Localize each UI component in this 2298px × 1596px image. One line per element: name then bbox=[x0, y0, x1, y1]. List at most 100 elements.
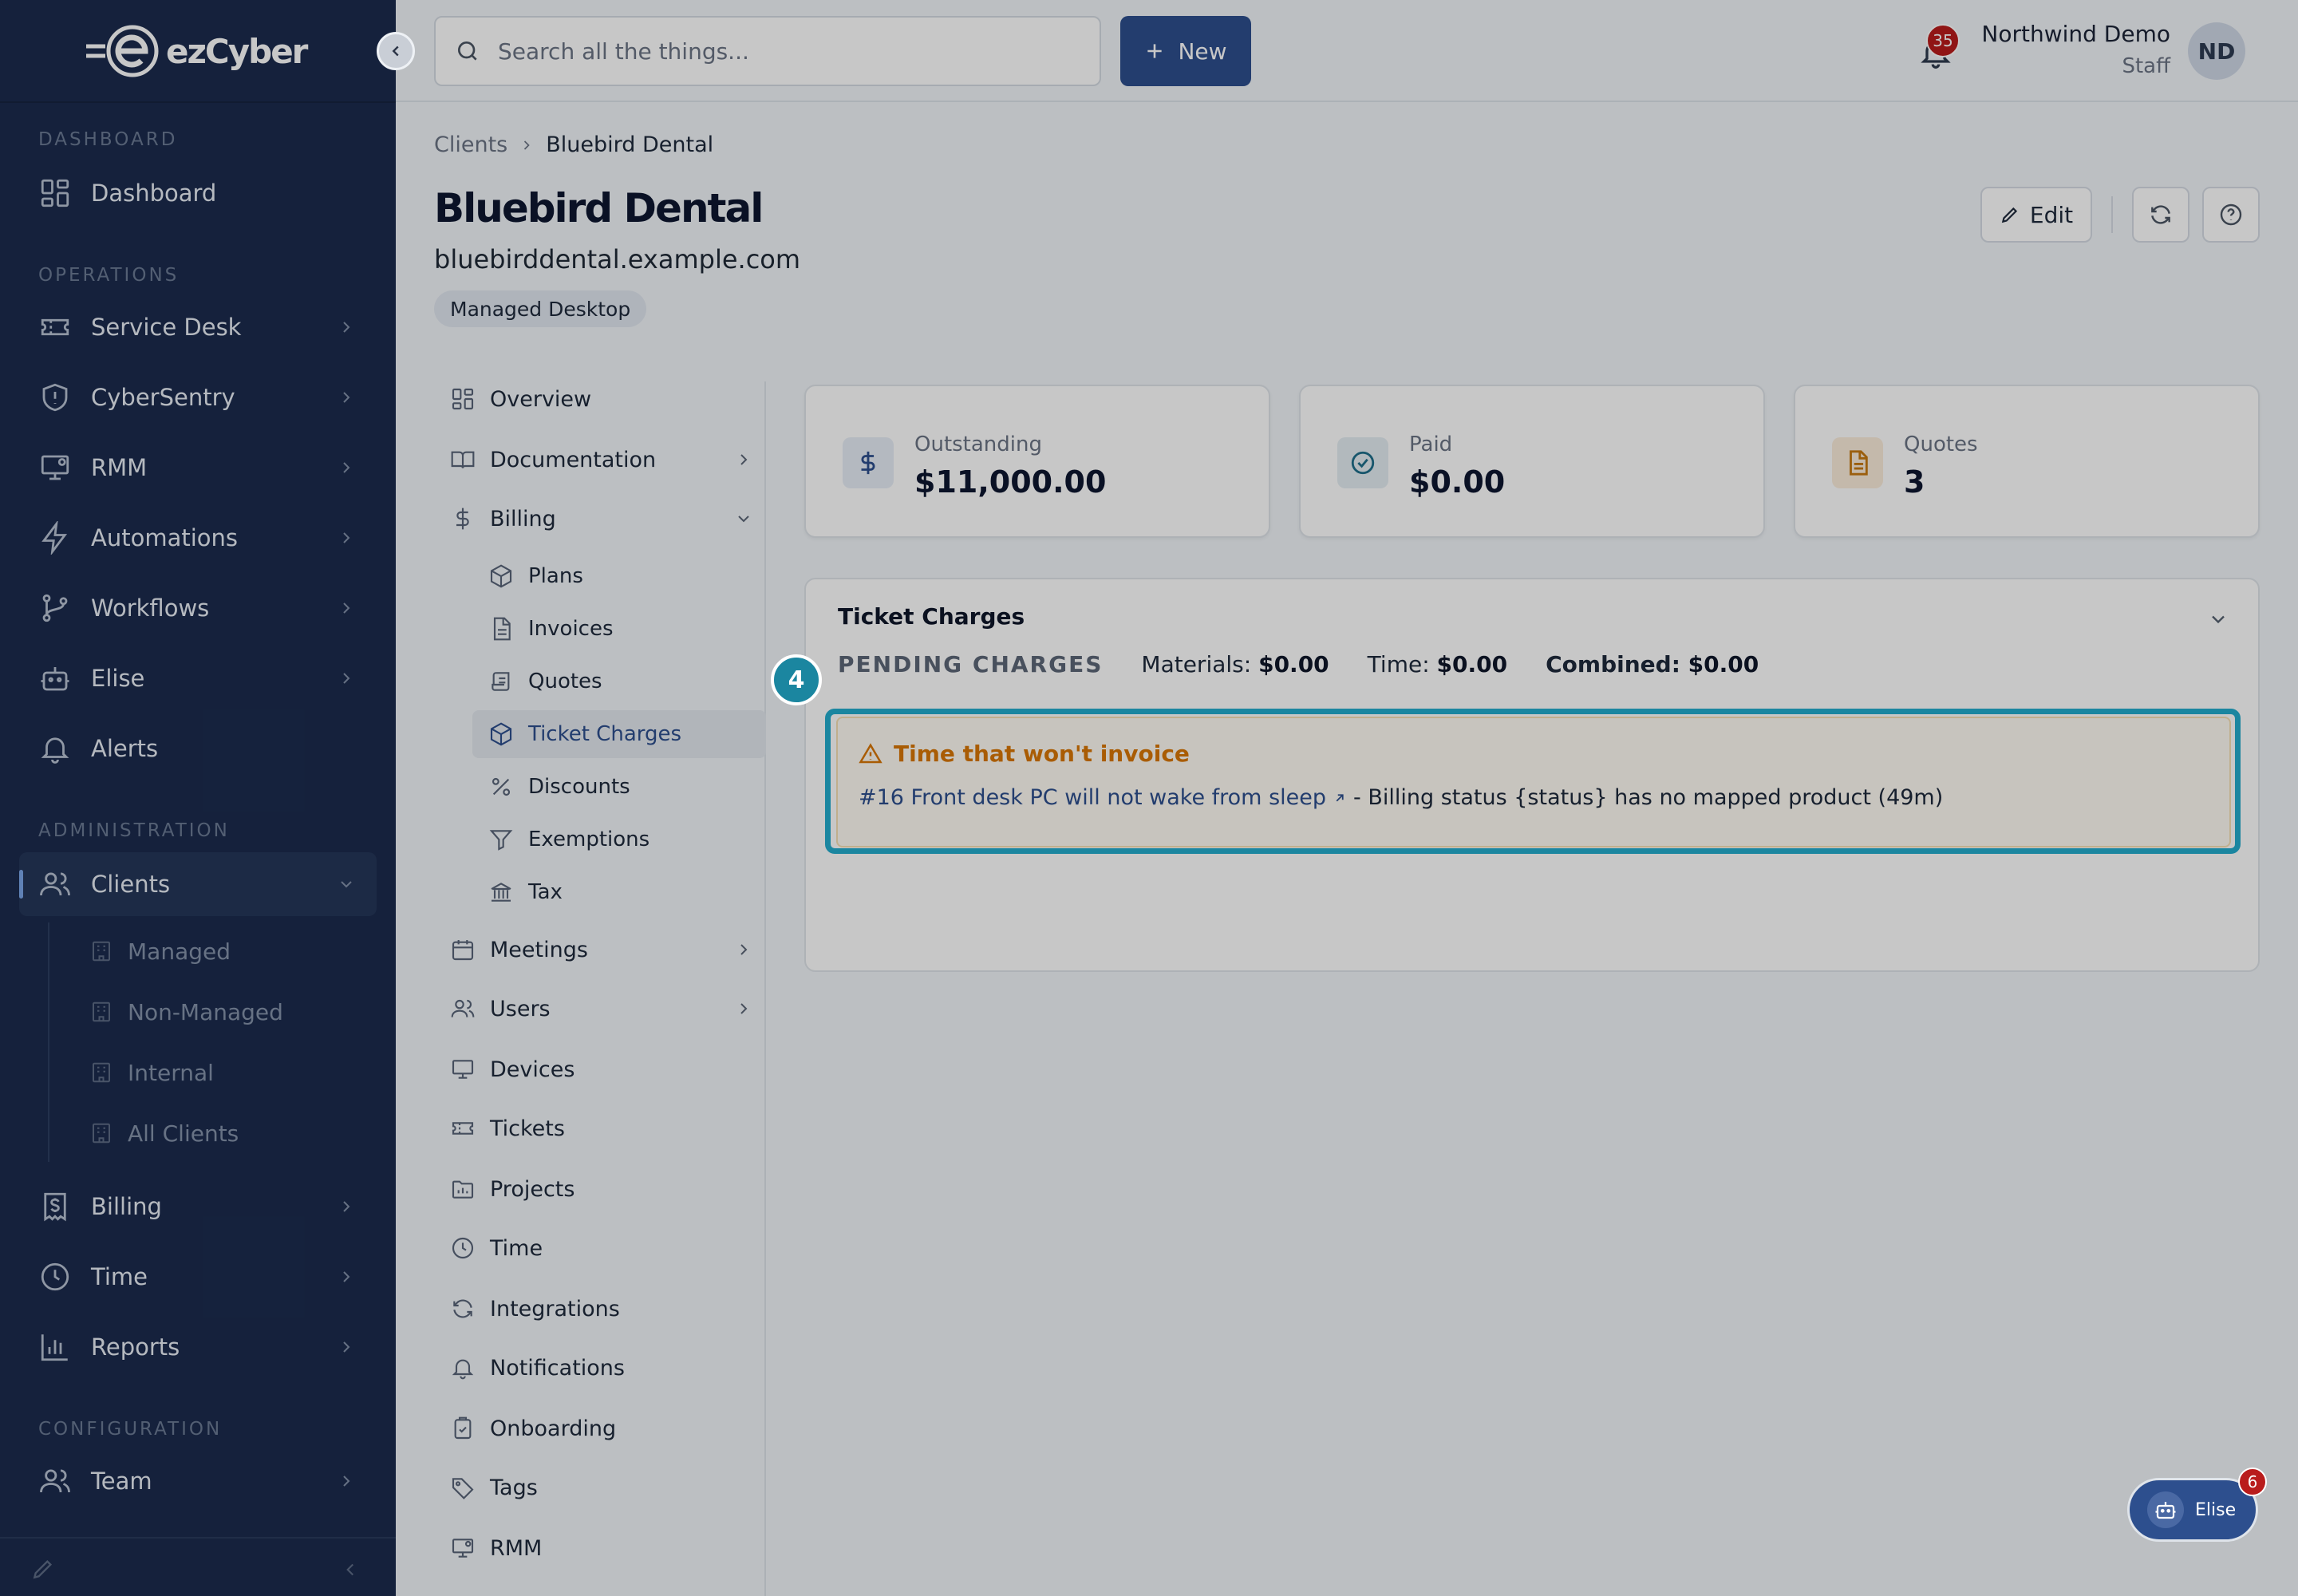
chevron-right-icon bbox=[343, 1476, 350, 1487]
user-name[interactable]: Northwind Demo bbox=[1981, 21, 2170, 47]
subnav-label: Meetings bbox=[490, 937, 588, 962]
subnav-tickets[interactable]: Tickets bbox=[434, 1104, 768, 1152]
subnav-users[interactable]: Users bbox=[434, 985, 768, 1033]
sidebar-subitem-managed[interactable]: Managed bbox=[89, 927, 231, 975]
search-icon bbox=[458, 41, 477, 61]
subnav-rmm[interactable]: RMM bbox=[434, 1524, 768, 1572]
help-button[interactable] bbox=[2202, 187, 2260, 243]
subnav-devices[interactable]: Devices bbox=[434, 1045, 768, 1093]
collapse-sidebar-icon[interactable] bbox=[340, 1559, 361, 1580]
sidebar-item-label: RMM bbox=[91, 454, 148, 481]
dollar-icon bbox=[456, 508, 469, 530]
sidebar-item-alerts[interactable]: Alerts bbox=[19, 717, 377, 780]
elise-label: Elise bbox=[2195, 1499, 2237, 1520]
subnav-tags[interactable]: Tags bbox=[434, 1464, 768, 1511]
stat-card-quotes: Quotes 3 bbox=[1794, 385, 2260, 538]
sidebar-item-cybersentry[interactable]: CyberSentry bbox=[19, 365, 377, 429]
subnav-notifications[interactable]: Notifications bbox=[434, 1344, 768, 1392]
subnav-invoices[interactable]: Invoices bbox=[472, 605, 766, 653]
subnav-onboarding[interactable]: Onboarding bbox=[434, 1404, 768, 1452]
subnav-projects[interactable]: Projects bbox=[434, 1165, 768, 1213]
chevron-right-icon bbox=[343, 602, 350, 614]
sidebar-item-label: Dashboard bbox=[91, 180, 217, 207]
elise-assistant-button[interactable]: Elise 6 bbox=[2127, 1468, 2267, 1542]
monitor-icon bbox=[452, 1060, 474, 1079]
stat-label: Paid bbox=[1409, 433, 1453, 456]
subnav-ticket-charges[interactable]: Ticket Charges bbox=[472, 710, 766, 758]
sidebar-item-label: Service Desk bbox=[91, 314, 242, 341]
pencil-icon bbox=[2001, 207, 2017, 223]
stat-card-paid: Paid $0.00 bbox=[1299, 385, 1765, 538]
subnav-label: Ticket Charges bbox=[528, 722, 682, 746]
pencil-icon[interactable] bbox=[30, 1556, 56, 1582]
subnav-integrations[interactable]: Integrations bbox=[434, 1285, 768, 1333]
section-label-operations: OPERATIONS bbox=[38, 265, 180, 286]
percent-icon bbox=[492, 777, 511, 796]
notifications-button[interactable]: 35 bbox=[1918, 24, 1960, 70]
stat-value: 3 bbox=[1904, 464, 1925, 500]
sidebar-item-label: Alerts bbox=[91, 735, 159, 762]
monitor-gear-icon bbox=[452, 1539, 474, 1558]
building-icon bbox=[93, 1123, 110, 1144]
chevron-right-icon bbox=[343, 322, 350, 333]
sidebar-subitem-all-clients[interactable]: All Clients bbox=[89, 1109, 239, 1157]
subnav-billing[interactable]: Billing bbox=[434, 495, 768, 543]
subnav-label: RMM bbox=[490, 1535, 543, 1561]
check-circle-icon bbox=[1337, 437, 1388, 488]
building-icon bbox=[93, 1001, 110, 1022]
refresh-icon bbox=[2151, 205, 2170, 224]
sidebar-item-dashboard[interactable]: Dashboard bbox=[19, 161, 377, 225]
section-label-dashboard: DASHBOARD bbox=[38, 129, 178, 150]
sidebar-item-automations[interactable]: Automations bbox=[19, 506, 377, 570]
subnav-label: Exemptions bbox=[528, 828, 650, 851]
time-total: Time: $0.00 bbox=[1368, 651, 1507, 678]
users-icon bbox=[451, 999, 475, 1017]
subnav-tax[interactable]: Tax bbox=[472, 868, 766, 916]
edit-button[interactable]: Edit bbox=[1980, 187, 2092, 243]
sidebar-subitem-label: Non-Managed bbox=[128, 998, 283, 1025]
sidebar-item-elise[interactable]: Elise bbox=[19, 646, 377, 710]
search-input[interactable] bbox=[498, 38, 1072, 65]
sidebar-item-service-desk[interactable]: Service Desk bbox=[19, 295, 377, 359]
refresh-button[interactable] bbox=[2132, 187, 2189, 243]
sync-icon bbox=[453, 1299, 472, 1318]
sidebar-subitem-label: Managed bbox=[128, 938, 231, 965]
subnav-discounts[interactable]: Discounts bbox=[472, 763, 766, 811]
sidebar-collapse-button[interactable] bbox=[377, 32, 415, 70]
subnav-time[interactable]: Time bbox=[434, 1224, 768, 1272]
brand-logo[interactable]: ezCyber bbox=[85, 19, 308, 83]
subnav-overview[interactable]: Overview bbox=[434, 375, 768, 423]
subnav-label: Projects bbox=[490, 1176, 575, 1202]
subnav-quotes[interactable]: Quotes bbox=[472, 658, 766, 705]
sidebar-item-time[interactable]: Time bbox=[19, 1245, 377, 1309]
bell-icon bbox=[452, 1359, 474, 1380]
sidebar-item-clients[interactable]: Clients bbox=[19, 852, 377, 916]
section-label-administration: ADMINISTRATION bbox=[38, 820, 230, 841]
subnav-label: Devices bbox=[490, 1057, 575, 1082]
chevron-down-icon[interactable] bbox=[2207, 608, 2229, 630]
new-button[interactable]: New bbox=[1120, 16, 1251, 86]
sidebar-item-team[interactable]: Team bbox=[19, 1449, 377, 1513]
lightning-icon bbox=[41, 521, 68, 555]
sidebar-item-reports[interactable]: Reports bbox=[19, 1315, 377, 1379]
sidebar-item-workflows[interactable]: Workflows bbox=[19, 576, 377, 640]
user-role: Staff bbox=[2122, 54, 2170, 78]
subnav-plans[interactable]: Plans bbox=[472, 552, 766, 600]
stat-value: $0.00 bbox=[1409, 464, 1506, 500]
subnav-label: Tickets bbox=[490, 1116, 565, 1141]
combined-total: Combined: $0.00 bbox=[1546, 651, 1759, 678]
subnav-meetings[interactable]: Meetings bbox=[434, 926, 768, 974]
global-search[interactable] bbox=[434, 16, 1101, 86]
chevron-right-icon bbox=[343, 392, 350, 403]
plus-icon bbox=[1147, 44, 1163, 58]
avatar[interactable]: ND bbox=[2188, 22, 2245, 80]
subnav-exemptions[interactable]: Exemptions bbox=[472, 816, 766, 863]
subnav-documentation[interactable]: Documentation bbox=[434, 436, 768, 484]
sidebar-subitem-non-managed[interactable]: Non-Managed bbox=[89, 988, 283, 1036]
sidebar-item-rmm[interactable]: RMM bbox=[19, 436, 377, 500]
breadcrumb-clients-link[interactable]: Clients bbox=[434, 132, 507, 157]
sidebar-item-billing[interactable]: Billing bbox=[19, 1175, 377, 1238]
sidebar-item-label: Elise bbox=[91, 665, 145, 692]
chevron-right-icon bbox=[343, 1201, 350, 1212]
sidebar-subitem-internal[interactable]: Internal bbox=[89, 1049, 214, 1096]
